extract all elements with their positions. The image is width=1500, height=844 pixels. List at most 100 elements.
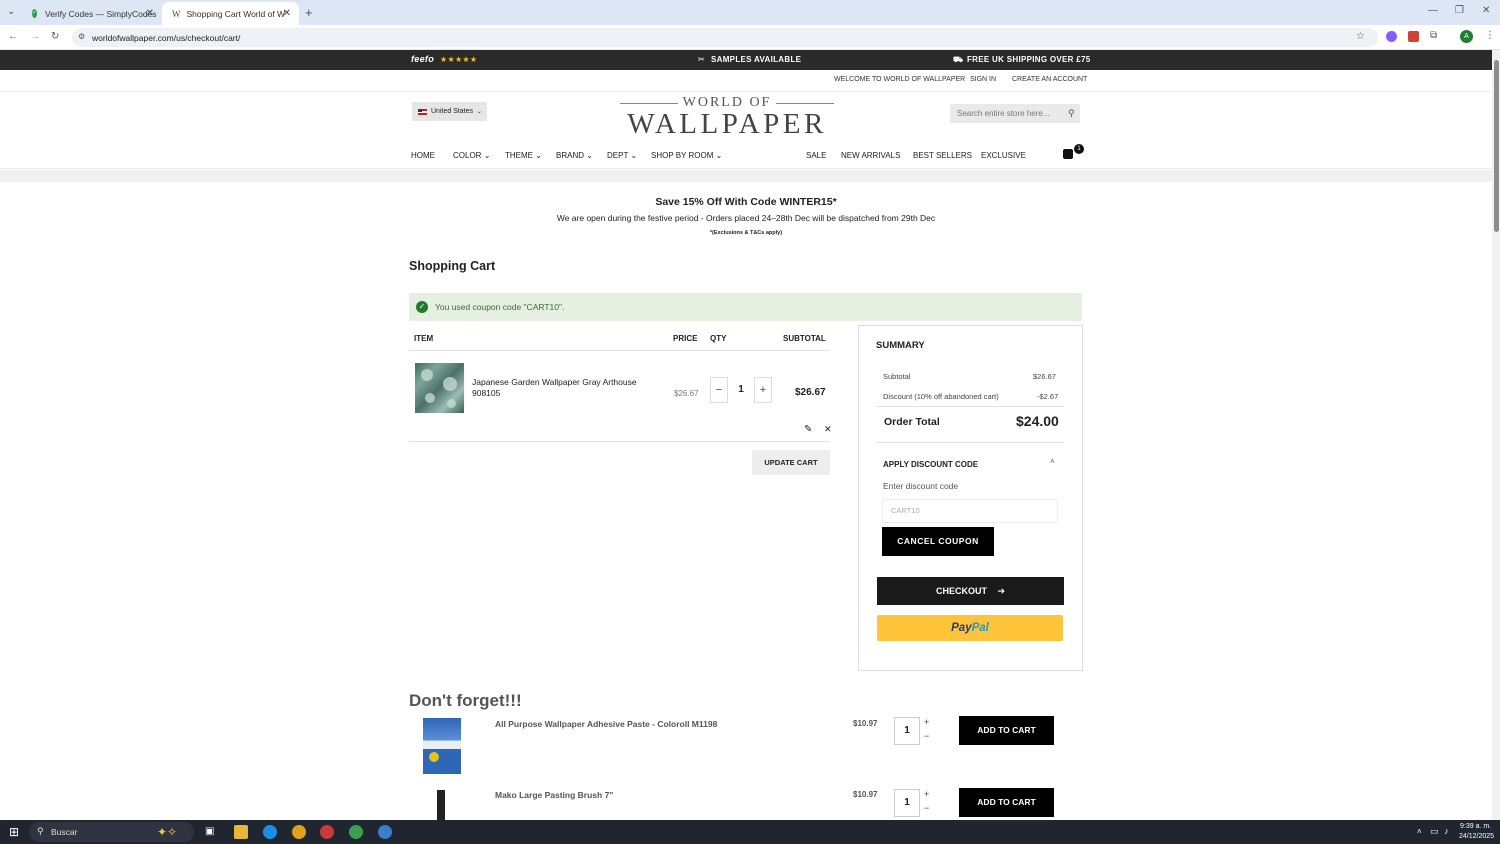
file-explorer-icon[interactable] — [234, 825, 248, 839]
paypal-button[interactable]: PayPal — [877, 615, 1063, 641]
chevron-up-icon[interactable]: ˄ — [1050, 458, 1055, 466]
tab-shopping-cart[interactable]: W Shopping Cart World of Wallpaper ✕ — [162, 2, 299, 25]
add-to-cart-button[interactable]: ADD TO CART — [959, 788, 1054, 817]
upsell-qty-input[interactable]: 1 — [894, 789, 920, 817]
extensions-puzzle-icon[interactable]: ⧉ — [1430, 31, 1437, 41]
us-flag-icon — [418, 108, 427, 115]
extension-icon[interactable] — [1386, 31, 1397, 42]
nav-new-arrivals[interactable]: NEW ARRIVALS — [841, 151, 900, 160]
chevron-down-icon: ⌄ — [483, 151, 491, 160]
nav-brand[interactable]: BRAND ⌄ — [556, 151, 593, 160]
nav-best-sellers[interactable]: BEST SELLERS — [913, 151, 972, 160]
back-icon[interactable]: ← — [8, 32, 18, 42]
arrow-right-icon: ➔ — [997, 586, 1006, 596]
nav-exclusive[interactable]: EXCLUSIVE — [981, 151, 1026, 160]
discount-value: -$2.67 — [1037, 392, 1059, 401]
checkout-button[interactable]: CHECKOUT ➔ — [877, 577, 1064, 605]
tab-verify-codes[interactable]: ✓ Verify Codes — SimplyCodes ✕ — [22, 2, 162, 25]
extension-icon[interactable] — [1408, 31, 1419, 42]
create-account-link[interactable]: CREATE AN ACCOUNT — [1012, 76, 1087, 83]
wallpaper-favicon-icon: W — [172, 8, 181, 19]
scrollbar-thumb[interactable] — [1494, 60, 1499, 232]
subtotal-label: Subtotal — [883, 372, 911, 381]
search-icon[interactable]: ⚲ — [1068, 109, 1075, 118]
close-tab-icon[interactable]: ✕ — [146, 8, 154, 19]
chrome-active-icon[interactable] — [349, 825, 363, 839]
product-name-link[interactable]: Japanese Garden Wallpaper Gray Arthouse … — [472, 377, 652, 399]
add-to-cart-button[interactable]: ADD TO CART — [959, 716, 1054, 745]
edge-icon[interactable] — [263, 825, 277, 839]
discount-code-input[interactable]: CART10 — [882, 499, 1058, 523]
site-logo[interactable]: WALLPAPER — [617, 108, 837, 141]
upsell-product-name[interactable]: All Purpose Wallpaper Adhesive Paste - C… — [495, 719, 717, 729]
minimize-icon[interactable]: — — [1428, 6, 1438, 16]
taskbar-search-label: Buscar — [51, 827, 78, 837]
order-total-value: $24.00 — [1016, 413, 1059, 429]
search-input[interactable]: Search entire store here... ⚲ — [950, 104, 1080, 123]
reload-icon[interactable]: ↻ — [51, 32, 59, 42]
upsell-title: Don't forget!!! — [409, 691, 522, 710]
qty-minus-icon[interactable]: − — [924, 803, 929, 813]
summary-title: SUMMARY — [876, 340, 925, 351]
network-icon[interactable]: ▭ — [1430, 827, 1439, 836]
qty-increase-button[interactable]: + — [754, 377, 772, 403]
bookmark-star-icon[interactable]: ☆ — [1356, 32, 1365, 42]
forward-icon[interactable]: → — [30, 32, 40, 42]
chrome-icon[interactable] — [292, 825, 306, 839]
nav-dept[interactable]: DEPT ⌄ — [607, 151, 637, 160]
feefo-logo[interactable]: feefo — [411, 54, 434, 64]
upsell-product-name[interactable]: Mako Large Pasting Brush 7" — [495, 790, 613, 800]
volume-icon[interactable]: ♪ — [1444, 827, 1449, 836]
nav-sale[interactable]: SALE — [806, 151, 826, 160]
divider — [0, 91, 1492, 92]
header-qty: QTY — [710, 334, 727, 343]
tab-search-chevron-icon[interactable]: ⌄ — [7, 7, 15, 17]
windows-start-icon[interactable]: ⊞ — [9, 826, 19, 838]
qty-minus-icon[interactable]: − — [924, 731, 929, 741]
search-icon: ⚲ — [37, 826, 44, 836]
discount-label: Discount (10% off abandoned cart) — [883, 392, 999, 401]
url-text: worldofwallpaper.com/us/checkout/cart/ — [92, 32, 241, 43]
cancel-coupon-button[interactable]: CANCEL COUPON — [882, 527, 994, 556]
update-cart-button[interactable]: UPDATE CART — [752, 450, 830, 475]
clock-time[interactable]: 9:39 a. m. — [1460, 823, 1491, 830]
qty-plus-icon[interactable]: + — [924, 789, 929, 799]
profile-avatar[interactable]: A — [1460, 30, 1473, 43]
nav-home[interactable]: HOME — [411, 151, 435, 160]
nav-shop-by-room[interactable]: SHOP BY ROOM ⌄ — [651, 151, 722, 160]
browser-menu-icon[interactable]: ⋮ — [1485, 31, 1495, 41]
qty-plus-icon[interactable]: + — [924, 717, 929, 727]
upsell-qty-input[interactable]: 1 — [894, 717, 920, 745]
taskbar-search[interactable]: ⚲ Buscar ✦✧ — [29, 822, 194, 842]
address-bar[interactable]: ⚙ worldofwallpaper.com/us/checkout/cart/… — [72, 28, 1378, 47]
nav-color[interactable]: COLOR ⌄ — [453, 151, 490, 160]
restore-icon[interactable]: ❐ — [1455, 6, 1464, 16]
qty-decrease-button[interactable]: − — [710, 377, 728, 403]
nav-theme[interactable]: THEME ⌄ — [505, 151, 542, 160]
edit-pencil-icon[interactable]: ✎ — [804, 425, 812, 435]
browser-toolbar: ← → ↻ ⚙ worldofwallpaper.com/us/checkout… — [0, 25, 1500, 50]
cart-bag-icon[interactable] — [1063, 149, 1073, 159]
close-tab-icon[interactable]: ✕ — [283, 8, 291, 19]
country-selector[interactable]: United States ⌄ — [412, 102, 487, 121]
qty-input[interactable]: 1 — [730, 377, 752, 403]
tray-chevron-icon[interactable]: ˄ — [1417, 828, 1422, 836]
header-price: PRICE — [673, 334, 698, 343]
task-view-icon[interactable]: ▣ — [205, 827, 214, 837]
clock-date[interactable]: 24/12/2025 — [1459, 833, 1494, 840]
close-window-icon[interactable]: ✕ — [1482, 6, 1490, 16]
product-image[interactable] — [415, 363, 464, 413]
samples-text[interactable]: SAMPLES AVAILABLE — [711, 55, 801, 64]
remove-item-icon[interactable]: ✕ — [824, 425, 832, 434]
apply-discount-toggle[interactable]: APPLY DISCOUNT CODE — [883, 460, 978, 469]
sign-in-link[interactable]: SIGN IN — [970, 76, 996, 83]
new-tab-icon[interactable]: + — [305, 6, 313, 19]
web-page: feefo ★★★★★ ✂ SAMPLES AVAILABLE ⛟ FREE U… — [0, 50, 1492, 820]
adhesive-product-image[interactable] — [423, 718, 461, 774]
browser-tab-bar: ⌄ ✓ Verify Codes — SimplyCodes ✕ W Shopp… — [0, 0, 1500, 25]
success-message: ✓ You used coupon code "CART10". — [409, 293, 1082, 321]
chrome-profile-icon[interactable] — [320, 825, 334, 839]
site-info-icon[interactable]: ⚙ — [78, 33, 85, 41]
chrome-profile-icon[interactable] — [378, 825, 392, 839]
brush-product-image[interactable] — [437, 790, 445, 820]
